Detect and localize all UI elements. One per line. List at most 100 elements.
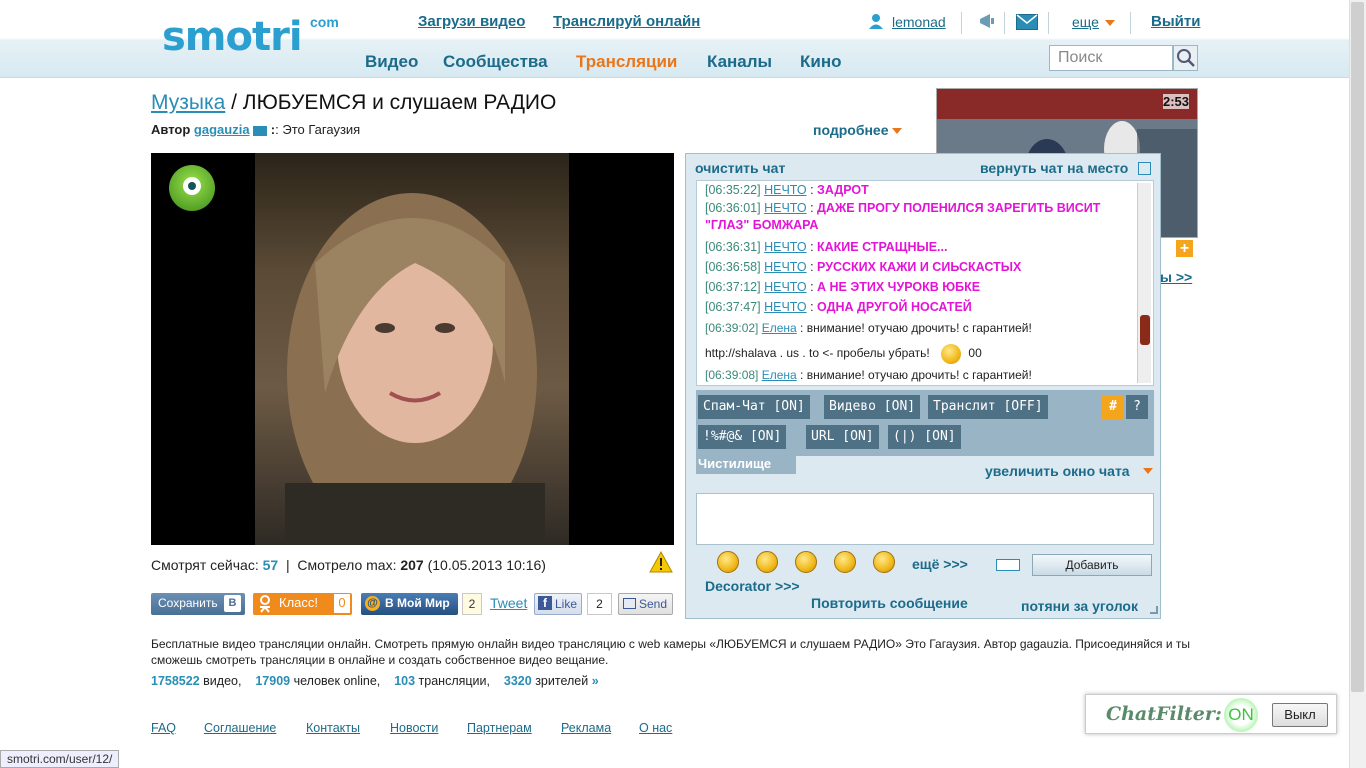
smiley-icon [941,344,962,364]
page-scrollbar-thumb[interactable] [1351,2,1364,692]
site-counts: 1758522 видео, 17909 человек online, 103… [151,674,599,688]
ok-class-button[interactable]: Класс! 0 [253,593,352,615]
cleaner-tab[interactable]: Чистилище [696,456,796,474]
filter-translit[interactable]: Транслит [OFF] [928,395,1048,419]
fb-like-button[interactable]: f Like [534,593,582,615]
message-user[interactable]: НЕЧТО [764,260,807,274]
nav-cinema[interactable]: Кино [800,52,841,72]
chat-message: [06:39:08] Елена : внимание! отучаю дроч… [705,368,1032,382]
resize-hint[interactable]: потяни за уголок [1021,598,1138,614]
mymir-button[interactable]: @ В Мой Мир [361,593,458,615]
broadcast-online-link[interactable]: Транслируй онлайн [553,13,700,30]
stream-title: ЛЮБУЕМСЯ и слушаем РАДИО [242,91,557,114]
vk-icon: В [224,595,241,612]
separator [1130,12,1131,34]
filter-video[interactable]: Видево [ON] [824,395,921,419]
message-user[interactable]: Елена [762,368,797,382]
footer-partners[interactable]: Партнерам [467,721,532,735]
like-count: 2 [587,593,612,615]
message-user[interactable]: Елена [762,321,797,335]
smiley-icon[interactable] [834,551,856,573]
smiley-icon[interactable] [873,551,895,573]
chat-message: [06:36:01] НЕЧТО : ДАЖЕ ПРОГУ ПОЛЕНИЛСЯ … [705,201,1101,232]
footer-contacts[interactable]: Контакты [306,721,360,735]
logo-text: smotri [162,14,303,60]
footer-faq[interactable]: FAQ [151,721,176,735]
message-icon[interactable] [253,125,268,136]
chat-message: [06:39:02] Елена : внимание! отучаю дроч… [705,321,1032,335]
smiley-icon[interactable] [717,551,739,573]
help-button[interactable]: ? [1126,395,1148,419]
upload-video-link[interactable]: Загрузи видео [418,13,525,30]
site-header: smotri com Загрузи видео Транслируй онла… [0,0,1366,78]
add-message-button[interactable]: Добавить [1032,554,1152,576]
chat-scrollbar[interactable] [1137,183,1151,383]
filter-spam-chat[interactable]: Спам-Чат [ON] [698,395,810,419]
search-button[interactable] [1173,45,1198,71]
chat-message: [06:35:22] НЕЧТО : ЗАДРОТ [705,183,869,197]
message-user[interactable]: НЕЧТО [764,201,807,215]
message-text: КАКИЕ СТРАЩНЫЕ... [817,240,948,254]
clear-chat-link[interactable]: очистить чат [695,160,785,176]
details-link[interactable]: подробнее [813,122,903,138]
restore-window-icon[interactable] [1138,162,1151,175]
more-videos-link[interactable]: ы >> [1160,269,1192,285]
footer-agreement[interactable]: Соглашение [204,721,276,735]
page-scrollbar[interactable] [1349,0,1366,768]
chat-scrollbar-thumb[interactable] [1140,315,1150,345]
filter-profanity[interactable]: !%#@& [ON] [698,425,787,449]
chatfilter-widget: ChatFilter: ON Выкл [1085,694,1337,734]
more-smiles-link[interactable]: ещё >>> [912,556,968,572]
more-menu[interactable]: еще [1072,14,1099,30]
nav-video[interactable]: Видео [365,52,418,72]
author-link[interactable]: gagauzia [194,122,250,137]
smiley-icon[interactable] [756,551,778,573]
nav-broadcasts[interactable]: Трансляции [576,52,677,72]
vk-save-button[interactable]: Сохранить В [151,593,245,615]
viewers-label: зрителей [535,674,589,688]
smiley-icon[interactable] [795,551,817,573]
message-time: [06:35:22] [705,183,761,197]
message-user[interactable]: НЕЧТО [764,300,807,314]
add-icon[interactable]: + [1176,240,1193,257]
color-picker[interactable] [996,559,1020,571]
hash-button[interactable]: # [1102,395,1124,419]
nav-channels[interactable]: Каналы [707,52,772,72]
fb-send-button[interactable]: Send [618,593,673,615]
chat-message: [06:36:31] НЕЧТО : КАКИЕ СТРАЩНЫЕ... [705,240,948,254]
footer-news[interactable]: Новости [390,721,438,735]
counts-arrow[interactable]: » [592,674,599,688]
footer-about[interactable]: О нас [639,721,672,735]
mail-ru-icon: @ [365,596,380,611]
streams-count: 103 [394,674,416,688]
resize-handle-icon[interactable] [1150,606,1158,614]
logout-link[interactable]: Выйти [1151,13,1200,30]
nav-communities[interactable]: Сообщества [443,52,548,72]
filter-symbols[interactable]: (|) [ON] [888,425,961,449]
username-link[interactable]: lemonad [892,14,946,30]
video-player[interactable] [151,153,674,545]
restore-chat-link[interactable]: вернуть чат на место [980,160,1128,176]
broadcast-icon[interactable] [978,12,996,33]
site-logo[interactable]: smotri [162,14,303,60]
category-link[interactable]: Музыка [151,91,225,114]
footer-ads[interactable]: Реклама [561,721,611,735]
message-text: внимание! отучаю дрочить! с гарантией! [806,321,1032,335]
repeat-message-link[interactable]: Повторить сообщение [811,595,968,611]
chatfilter-state[interactable]: ON [1224,698,1258,732]
chat-input[interactable] [696,493,1154,545]
message-time: [06:36:31] [705,240,761,254]
person-photo [285,193,545,545]
decorator-link[interactable]: Decorator >>> [705,578,800,594]
search-input[interactable]: Поиск [1049,45,1173,71]
message-user[interactable]: НЕЧТО [764,280,807,294]
message-user[interactable]: НЕЧТО [764,240,807,254]
enlarge-chat-link[interactable]: увеличить окно чата [985,463,1130,479]
tweet-link[interactable]: Tweet [490,593,527,615]
videos-label: видео, [203,674,242,688]
warning-icon[interactable] [649,550,673,576]
message-user[interactable]: НЕЧТО [764,183,807,197]
chatfilter-off-button[interactable]: Выкл [1272,703,1328,727]
mail-icon[interactable] [1016,14,1038,33]
filter-url[interactable]: URL [ON] [806,425,879,449]
